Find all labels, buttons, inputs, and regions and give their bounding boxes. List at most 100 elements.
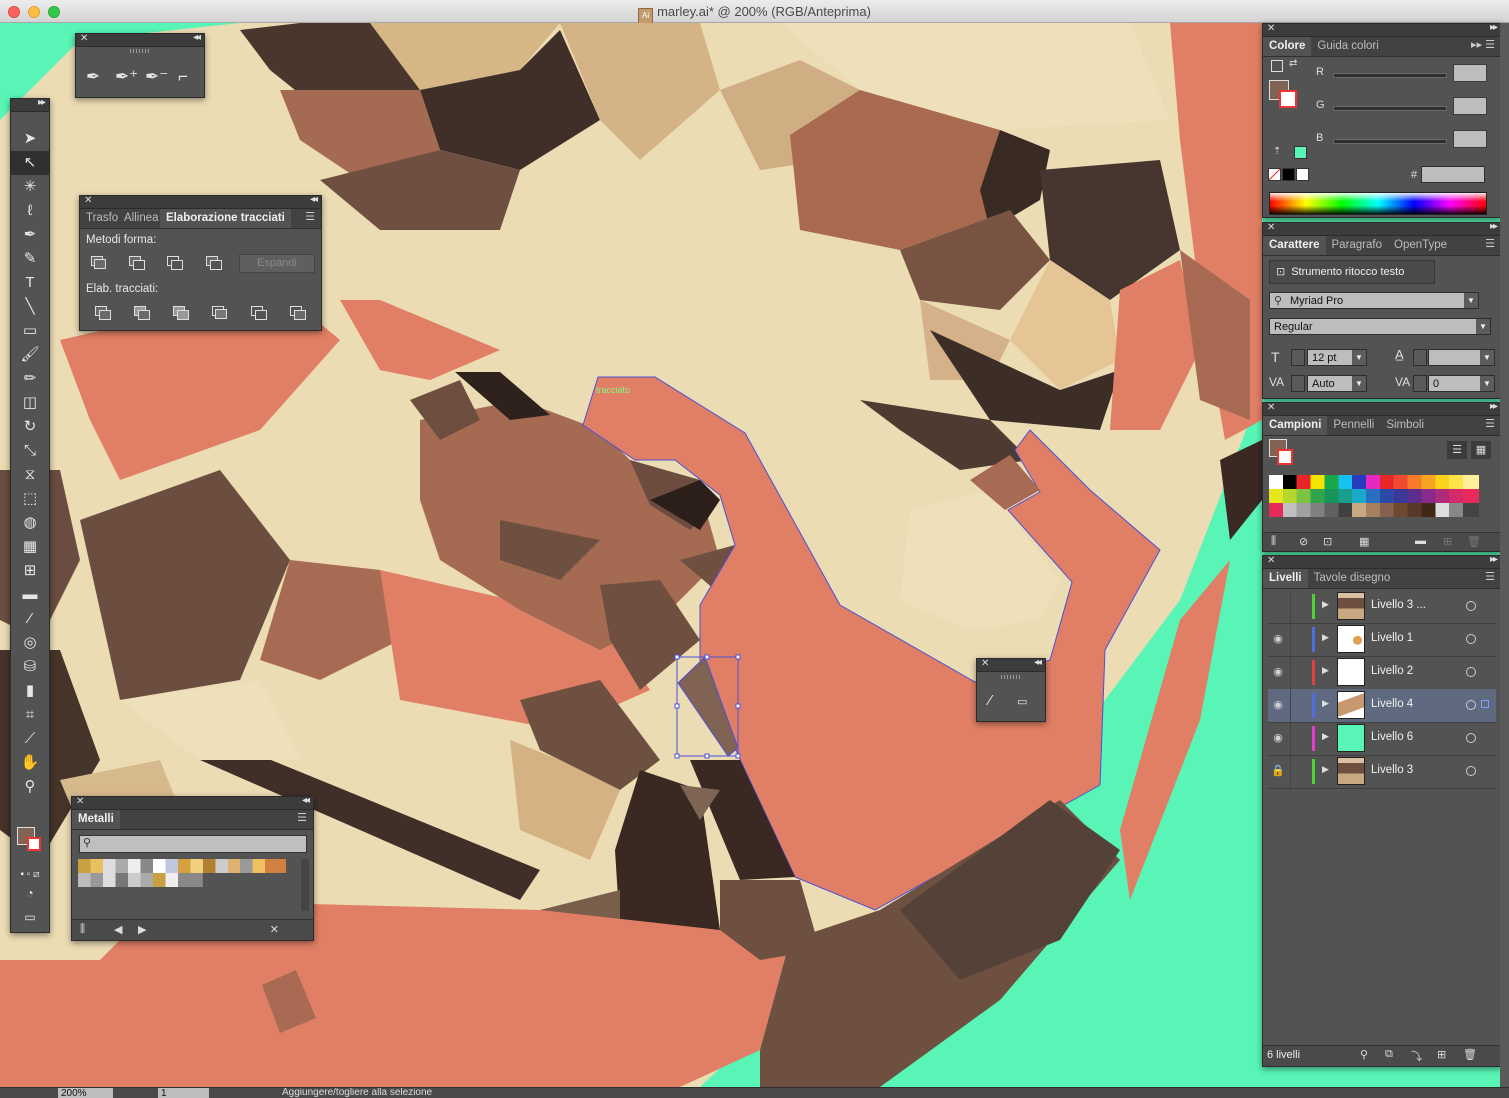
trash-icon[interactable]: 🗑 [1463,1048,1477,1061]
trim-button[interactable] [134,306,150,320]
tab-transform[interactable]: Trasfo [80,209,118,228]
tracking-field[interactable]: 0 ▼ [1428,375,1495,392]
mesh-tool[interactable]: ⊞ [11,559,49,583]
blue-value-field[interactable] [1453,130,1487,148]
next-library-icon[interactable]: ▶ [138,923,146,936]
stroke-color-swatch[interactable] [1277,449,1293,465]
close-icon[interactable]: ✕ [1267,222,1275,233]
delete-anchor-point-icon[interactable]: ✒⁻ [145,67,168,87]
close-icon[interactable]: ✕ [80,33,88,44]
close-icon[interactable]: ✕ [76,796,84,807]
layer-name[interactable]: Livello 4 [1371,698,1413,710]
layer-target-icon[interactable] [1466,634,1476,644]
collapse-icon[interactable]: ◂◂ [310,194,318,205]
metals-swatch-grid[interactable] [78,859,286,887]
add-anchor-point-icon[interactable]: ✒⁺ [115,67,138,87]
collapse-icon[interactable]: ▸▸ [1490,401,1498,412]
close-icon[interactable]: ✕ [1267,23,1275,34]
thumbnail-view-icon[interactable]: ▦ [1471,441,1491,459]
new-layer-icon[interactable]: ⊞ [1437,1048,1446,1061]
panel-menu-icon[interactable]: ▸▸ ☰ [1471,38,1495,51]
tab-character[interactable]: Carattere [1263,236,1326,255]
out-of-gamut-icon[interactable]: ⇡ [1273,146,1281,157]
layer-row[interactable]: ◉ ▶ Livello 4 [1268,689,1496,723]
collapse-icon[interactable]: ▸▸ [1490,221,1498,232]
slice-tool[interactable]: ⟋ [11,727,49,751]
magic-wand-tool[interactable]: ✳ [11,175,49,199]
clipping-mask-icon[interactable]: ⧉ [1385,1048,1393,1061]
type-tool[interactable]: T [11,271,49,295]
minus-front-button[interactable] [129,256,145,270]
red-value-field[interactable] [1453,64,1487,82]
layer-row[interactable]: ◉ ▶ Livello 1 [1268,623,1496,657]
panel-menu-icon[interactable]: ☰ [1485,417,1495,430]
font-style-dropdown[interactable]: Regular ▼ [1269,318,1491,335]
collapse-icon[interactable]: ▸▸ [38,97,46,108]
layer-target-icon[interactable] [1466,766,1476,776]
lasso-tool[interactable]: ℓ [11,199,49,223]
outline-button[interactable] [251,306,267,320]
layer-name[interactable]: Livello 2 [1371,665,1413,677]
metals-search-input[interactable]: ⚲ [79,835,307,853]
expand-triangle-icon[interactable]: ▶ [1322,632,1329,643]
tab-brushes[interactable]: Pennelli [1327,416,1380,435]
gradient-tool[interactable]: ▬ [11,583,49,607]
selection-tool[interactable]: ➤ [11,127,49,151]
panel-menu-icon[interactable]: ☰ [1485,570,1495,583]
swatch-scrollbar[interactable] [301,859,309,911]
tab-symbols[interactable]: Simboli [1380,416,1430,435]
kerning-field[interactable]: Auto ▼ [1307,375,1367,392]
layer-name[interactable]: Livello 6 [1371,731,1413,743]
layer-name[interactable]: Livello 1 [1371,632,1413,644]
tab-metals[interactable]: Metalli [72,810,120,829]
line-tool[interactable]: ╲ [11,295,49,319]
panel-menu-icon[interactable]: ☰ [305,210,315,223]
tab-swatches[interactable]: Campioni [1263,416,1328,435]
kerning-stepper[interactable] [1291,375,1305,392]
new-sublayer-icon[interactable]: ⤵ [1411,1048,1422,1064]
tab-color[interactable]: Colore [1263,37,1312,56]
tools-icon[interactable]: ✕ [270,923,279,936]
scale-tool[interactable]: ⤡ [11,439,49,463]
color-group-icon[interactable]: ▦ [1359,535,1369,548]
eye-icon[interactable]: ◉ [1270,698,1286,711]
close-icon[interactable]: ✕ [84,195,92,206]
web-safe-color-swatch[interactable] [1294,146,1307,159]
artboard-tool[interactable]: ⌗ [11,703,49,727]
font-size-stepper[interactable] [1291,349,1305,366]
leading-stepper[interactable] [1413,349,1427,366]
eyedropper-tool[interactable]: ⁄ [11,607,49,631]
expand-triangle-icon[interactable]: ▶ [1322,599,1329,610]
minus-back-button[interactable] [290,306,306,320]
previous-library-icon[interactable]: ◀ [114,923,122,936]
draw-mode-icon[interactable]: ◔ [11,881,49,905]
black-color-swatch[interactable] [1282,168,1295,181]
green-value-field[interactable] [1453,97,1487,115]
white-color-swatch[interactable] [1296,168,1309,181]
column-graph-tool[interactable]: ▮ [11,679,49,703]
eye-icon[interactable]: ◉ [1270,731,1286,744]
pen-tool-icon[interactable]: ✒ [86,67,100,87]
pencil-tool[interactable]: ✏ [11,367,49,391]
zoom-tool[interactable]: ⚲ [11,775,49,799]
layer-name[interactable]: Livello 3 ... [1371,599,1426,611]
direct-selection-tool[interactable]: ↖ [11,151,49,175]
expand-triangle-icon[interactable]: ▶ [1322,698,1329,709]
rectangle-tool[interactable]: ▭ [11,319,49,343]
expand-triangle-icon[interactable]: ▶ [1322,731,1329,742]
expand-button[interactable]: Espandi [239,254,315,273]
collapse-icon[interactable]: ▸▸ [1490,22,1498,33]
list-view-icon[interactable]: ☰ [1447,441,1467,459]
collapse-icon[interactable]: ◂◂ [193,32,201,43]
intersect-button[interactable] [167,256,183,270]
hand-tool[interactable]: ✋ [11,751,49,775]
eraser-tool[interactable]: ◫ [11,391,49,415]
perspective-grid-tool[interactable]: ▦ [11,535,49,559]
rotate-tool[interactable]: ↻ [11,415,49,439]
tab-align[interactable]: Allinea [118,209,160,228]
eye-icon[interactable]: ◉ [1270,632,1286,645]
free-transform-tool[interactable]: ⬚ [11,487,49,511]
shape-builder-tool[interactable]: ◍ [11,511,49,535]
layer-name[interactable]: Livello 3 [1371,764,1413,776]
font-family-dropdown[interactable]: ⚲ Myriad Pro ▼ [1269,292,1479,309]
